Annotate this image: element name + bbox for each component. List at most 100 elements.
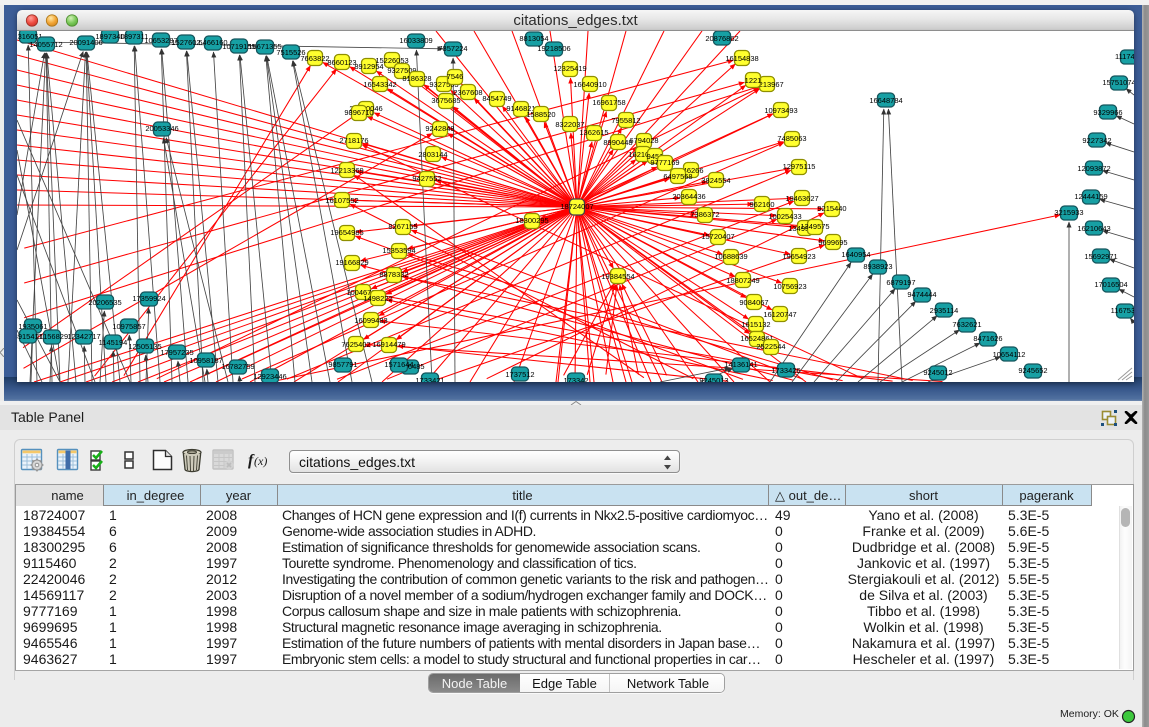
svg-text:1737512: 1737512 <box>505 370 534 379</box>
svg-text:10958187: 10958187 <box>189 356 222 365</box>
svg-text:2718176: 2718176 <box>339 136 368 145</box>
svg-text:1221: 1221 <box>745 76 762 85</box>
svg-text:16914479: 16914479 <box>372 340 405 349</box>
svg-text:3675685: 3675685 <box>431 96 460 105</box>
svg-text:8471626: 8471626 <box>973 334 1002 343</box>
svg-text:9329966: 9329966 <box>1093 108 1122 117</box>
svg-text:9245013: 9245013 <box>699 376 728 382</box>
svg-text:9242848: 9242848 <box>425 124 454 133</box>
svg-text:9474444: 9474444 <box>907 290 936 299</box>
svg-text:15692971: 15692971 <box>1084 252 1117 261</box>
svg-text:16210643: 16210643 <box>1077 224 1110 233</box>
svg-text:1167532: 1167532 <box>1111 306 1134 315</box>
svg-text:7386372: 7386372 <box>690 210 719 219</box>
svg-text:7857224: 7857224 <box>438 44 467 53</box>
svg-text:6794028: 6794028 <box>629 136 658 145</box>
svg-text:16099483: 16099483 <box>354 316 387 325</box>
svg-text:19654923: 19654923 <box>782 252 815 261</box>
svg-text:1145194: 1145194 <box>99 338 128 347</box>
svg-text:16154838: 16154838 <box>725 54 758 63</box>
svg-text:8454749: 8454749 <box>482 94 511 103</box>
svg-text:9777169: 9777169 <box>650 158 679 167</box>
svg-text:7663822: 7663822 <box>300 54 329 63</box>
svg-text:1527602: 1527602 <box>171 38 200 47</box>
svg-text:9245652: 9245652 <box>1018 366 1047 375</box>
svg-text:16033809: 16033809 <box>399 36 432 45</box>
svg-text:8186328: 8186328 <box>402 74 431 83</box>
svg-text:8990448: 8990448 <box>603 138 632 147</box>
svg-text:8878332: 8878332 <box>379 270 408 279</box>
svg-text:9215440: 9215440 <box>817 204 846 213</box>
svg-text:10654112: 10654112 <box>993 350 1026 359</box>
svg-text:1640954: 1640954 <box>841 250 870 259</box>
svg-text:7485063: 7485063 <box>777 134 806 143</box>
svg-text:16961758: 16961758 <box>592 98 625 107</box>
svg-text:1362615: 1362615 <box>579 128 608 137</box>
svg-text:18807249: 18807249 <box>726 276 759 285</box>
svg-text:20206535: 20206535 <box>88 298 121 307</box>
svg-text:12093872: 12093872 <box>1077 164 1110 173</box>
svg-text:10973493: 10973493 <box>764 106 797 115</box>
svg-text:17016504: 17016504 <box>1094 280 1127 289</box>
svg-text:16120747: 16120747 <box>763 310 796 319</box>
svg-text:12213369: 12213369 <box>330 166 363 175</box>
svg-text:1349575: 1349575 <box>800 222 829 231</box>
svg-text:1117448: 1117448 <box>1115 52 1134 61</box>
svg-text:1571644: 1571644 <box>384 360 413 369</box>
svg-text:19384554: 19384554 <box>601 272 634 281</box>
svg-text:1498222: 1498222 <box>363 294 392 303</box>
svg-text:9857791: 9857791 <box>328 360 357 369</box>
svg-text:9245012: 9245012 <box>923 368 952 377</box>
svg-text:12505135: 12505135 <box>128 342 161 351</box>
svg-text:8813054: 8813054 <box>519 34 548 43</box>
svg-text:16648784: 16648784 <box>869 96 902 105</box>
svg-text:2935114: 2935114 <box>930 306 959 315</box>
svg-text:3215933: 3215933 <box>1054 208 1083 217</box>
svg-text:19218506: 19218506 <box>537 44 570 53</box>
svg-text:20364436: 20364436 <box>672 192 705 201</box>
svg-text:14055712: 14055712 <box>29 40 62 49</box>
svg-text:14136141: 14136141 <box>724 360 757 369</box>
svg-text:12923446: 12923446 <box>253 372 286 381</box>
svg-text:9699695: 9699695 <box>818 238 847 247</box>
svg-text:10975857: 10975857 <box>112 322 145 331</box>
svg-text:8660123: 8660123 <box>327 58 356 67</box>
svg-text:3824554: 3824554 <box>701 176 730 185</box>
svg-text:1588520: 1588520 <box>526 110 555 119</box>
svg-text:9427552: 9427552 <box>412 174 441 183</box>
svg-text:(x): (x) <box>254 454 267 468</box>
svg-text:12342717: 12342717 <box>67 332 100 341</box>
svg-text:19654985: 19654985 <box>330 228 363 237</box>
svg-text:1733426: 1733426 <box>771 366 800 375</box>
svg-text:173342: 173342 <box>563 376 588 382</box>
svg-text:2803144: 2803144 <box>418 150 447 159</box>
svg-text:10756923: 10756923 <box>773 282 806 291</box>
svg-text:19463627: 19463627 <box>785 194 818 203</box>
svg-text:7632621: 7632621 <box>952 320 981 329</box>
svg-text:15353594: 15353594 <box>382 246 415 255</box>
svg-text:18724007: 18724007 <box>560 202 593 211</box>
svg-text:962160: 962160 <box>749 200 774 209</box>
svg-text:9896710: 9896710 <box>344 108 373 117</box>
svg-text:1615132: 1615132 <box>741 320 770 329</box>
svg-text:15751074: 15751074 <box>1102 78 1134 87</box>
svg-text:12975115: 12975115 <box>783 162 816 171</box>
svg-text:1733421: 1733421 <box>415 376 444 382</box>
svg-text:8938923: 8938923 <box>863 262 892 271</box>
svg-text:6497568: 6497568 <box>663 172 692 181</box>
svg-text:11156829: 11156829 <box>36 332 68 341</box>
svg-text:7546: 7546 <box>447 72 464 81</box>
svg-text:16107552: 16107552 <box>325 196 358 205</box>
svg-text:17359924: 17359924 <box>132 294 165 303</box>
svg-text:8267155: 8267155 <box>388 222 417 231</box>
svg-text:7955812: 7955812 <box>611 116 640 125</box>
svg-text:12325419: 12325419 <box>553 64 586 73</box>
svg-text:20053346: 20053346 <box>145 124 178 133</box>
svg-text:10688639: 10688639 <box>714 252 747 261</box>
svg-text:20876862: 20876862 <box>705 34 738 43</box>
svg-text:16543342: 16543342 <box>363 80 396 89</box>
svg-text:16640910: 16640910 <box>573 80 606 89</box>
svg-text:6879197: 6879197 <box>886 278 915 287</box>
svg-text:18300295: 18300295 <box>515 216 548 225</box>
svg-text:15720407: 15720407 <box>701 232 734 241</box>
